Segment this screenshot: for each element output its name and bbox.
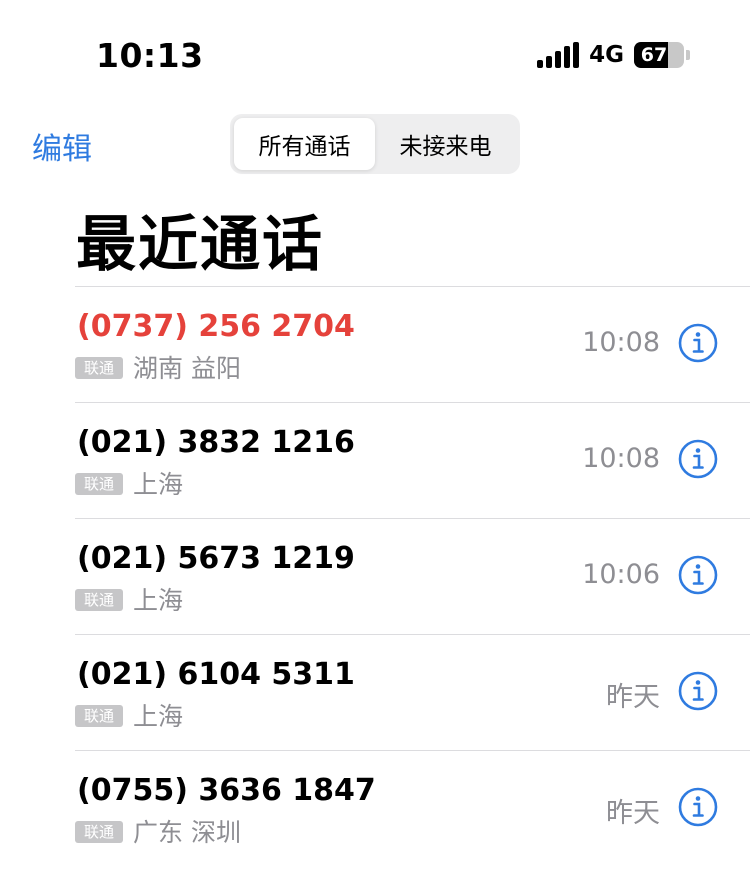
info-circle-icon[interactable] <box>678 439 718 479</box>
info-circle-icon[interactable] <box>678 671 718 711</box>
call-row[interactable]: (021) 5673 1219 联通 上海 10:06 <box>75 518 750 634</box>
call-number: (021) 3832 1216 <box>77 425 355 460</box>
network-type: 4G <box>589 42 624 68</box>
segmented-control: 所有通话 未接来电 <box>230 114 520 174</box>
segment-missed-calls[interactable]: 未接来电 <box>375 118 516 170</box>
call-time: 10:06 <box>582 559 660 590</box>
call-row[interactable]: (0755) 3636 1847 联通 广东 深圳 昨天 <box>75 750 750 866</box>
call-row[interactable]: (021) 3832 1216 联通 上海 10:08 <box>75 402 750 518</box>
carrier-badge: 联通 <box>75 357 123 379</box>
info-circle-icon[interactable] <box>678 555 718 595</box>
call-row[interactable]: (0737) 256 2704 联通 湖南 益阳 10:08 <box>75 286 750 402</box>
signal-bars-icon <box>537 42 580 68</box>
call-number: (0737) 256 2704 <box>77 309 355 344</box>
carrier-badge: 联通 <box>75 705 123 727</box>
call-time: 昨天 <box>606 682 660 713</box>
info-circle-icon[interactable] <box>678 323 718 363</box>
call-location: 湖南 益阳 <box>133 354 241 383</box>
call-location: 上海 <box>133 586 184 615</box>
status-bar: 10:13 4G 67 <box>0 0 750 110</box>
status-indicators: 4G 67 <box>537 42 690 68</box>
call-number: (021) 5673 1219 <box>77 541 355 576</box>
carrier-badge: 联通 <box>75 821 123 843</box>
call-time: 10:08 <box>582 443 660 474</box>
battery-icon: 67 <box>634 42 684 68</box>
page-title: 最近通话 <box>76 210 324 280</box>
edit-button[interactable]: 编辑 <box>32 124 92 168</box>
call-location: 上海 <box>133 470 184 499</box>
call-location: 上海 <box>133 702 184 731</box>
call-number: (0755) 3636 1847 <box>77 773 376 808</box>
status-time: 10:13 <box>96 36 204 75</box>
segment-all-calls[interactable]: 所有通话 <box>234 118 375 170</box>
call-number: (021) 6104 5311 <box>77 657 355 692</box>
info-circle-icon[interactable] <box>678 787 718 827</box>
call-list: (0737) 256 2704 联通 湖南 益阳 10:08 (021) 383… <box>75 286 750 866</box>
call-location: 广东 深圳 <box>133 818 241 847</box>
battery-level: 67 <box>640 44 668 66</box>
carrier-badge: 联通 <box>75 589 123 611</box>
call-time: 10:08 <box>582 327 660 358</box>
carrier-badge: 联通 <box>75 473 123 495</box>
battery-cap <box>686 50 690 60</box>
call-time: 昨天 <box>606 798 660 829</box>
call-row[interactable]: (021) 6104 5311 联通 上海 昨天 <box>75 634 750 750</box>
